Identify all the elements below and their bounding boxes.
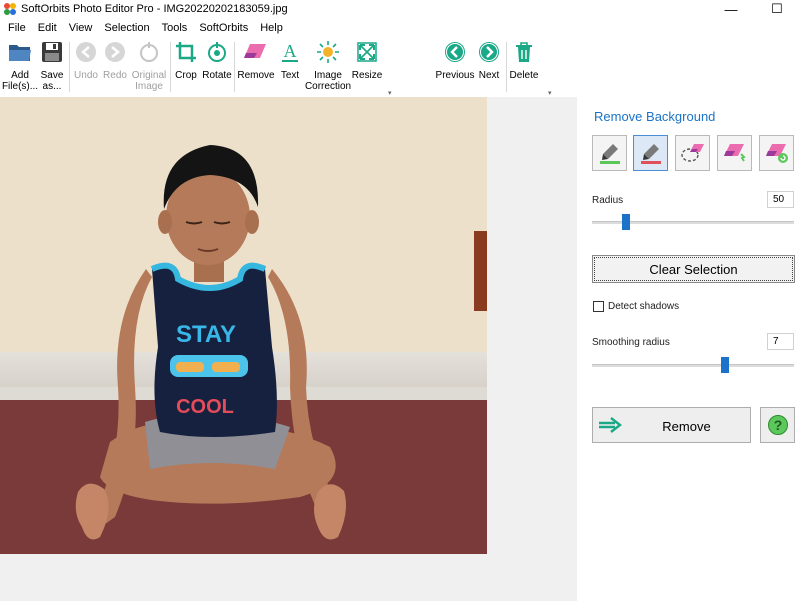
question-mark-icon: ? [767, 415, 788, 435]
next-button[interactable]: Next [476, 40, 502, 81]
menu-help[interactable]: Help [254, 22, 289, 34]
maximize-button[interactable]: ☐ [754, 0, 800, 18]
keep-brush-icon [599, 144, 620, 164]
magic-eraser-icon [723, 144, 746, 162]
redo-arrow-icon [103, 40, 127, 64]
resize-button[interactable]: Resize [352, 40, 382, 81]
toolbar-separator [506, 42, 507, 92]
image-correction-button[interactable]: Image Correction [305, 40, 351, 92]
undo-button[interactable]: Undo [72, 40, 100, 81]
rotate-button[interactable]: Rotate [202, 40, 232, 81]
smoothing-radius-label: Smoothing radius [592, 337, 670, 348]
folder-open-icon [8, 40, 32, 64]
delete-button[interactable]: Delete [509, 40, 539, 81]
undo-arrow-icon [74, 40, 98, 64]
child-figure: STAY COOL [75, 145, 346, 540]
restore-eraser-icon [765, 144, 788, 163]
remove-brush-button[interactable] [633, 135, 668, 171]
add-files-button[interactable]: Add File(s)... [2, 40, 38, 92]
arrow-right-icon [477, 40, 501, 64]
menu-tools[interactable]: Tools [156, 22, 194, 34]
svg-text:A: A [284, 41, 297, 61]
clear-selection-button[interactable]: Clear Selection [592, 255, 795, 283]
toolbar-separator [234, 42, 235, 92]
app-window: SoftOrbits Photo Editor Pro - IMG2022020… [0, 0, 800, 601]
menu-edit[interactable]: Edit [32, 22, 63, 34]
detect-shadows-label: Detect shadows [608, 301, 680, 312]
photo-image[interactable]: STAY COOL [0, 97, 487, 554]
title-bar: SoftOrbits Photo Editor Pro - IMG2022020… [0, 0, 800, 18]
remove-button-label: Remove [662, 419, 711, 434]
toolbar-overflow-button[interactable]: ▾ [388, 89, 392, 97]
smoothing-slider-thumb[interactable] [721, 357, 730, 373]
panel-title: Remove Background [594, 109, 716, 124]
remove-brush-icon [640, 144, 661, 164]
menu-file[interactable]: File [2, 22, 32, 34]
help-button[interactable]: ? [760, 407, 795, 443]
sun-icon [316, 40, 340, 64]
app-logo-icon [4, 3, 16, 15]
eraser-icon [244, 40, 268, 64]
crop-icon [174, 40, 198, 64]
rotate-icon [205, 40, 229, 64]
trash-icon [512, 40, 536, 64]
crop-button[interactable]: Crop [173, 40, 199, 81]
minimize-button[interactable]: — [708, 0, 754, 18]
toolbar: Add File(s)... Save as... Undo Redo Orig… [0, 38, 560, 97]
radius-label: Radius [592, 195, 624, 206]
save-as-button[interactable]: Save as... [38, 40, 66, 92]
window-title: SoftOrbits Photo Editor Pro - IMG2022020… [21, 3, 288, 15]
toolbar-overflow-button[interactable]: ▾ [548, 89, 552, 97]
svg-text:STAY: STAY [176, 321, 236, 348]
remove-background-panel: Remove Background Radius 50 Clear Select… [577, 97, 800, 601]
detect-shadows-checkbox[interactable] [593, 301, 604, 312]
menu-softorbits[interactable]: SoftOrbits [193, 22, 254, 34]
menu-selection[interactable]: Selection [98, 22, 155, 34]
smoothing-slider-track[interactable] [592, 364, 794, 367]
keep-brush-button[interactable] [592, 135, 627, 171]
text-icon: A [278, 40, 302, 64]
original-image-button[interactable]: Original Image [131, 40, 167, 92]
arrow-left-icon [443, 40, 467, 64]
toolbar-separator [170, 42, 171, 92]
lasso-eraser-button[interactable] [675, 135, 710, 171]
original-image-icon [137, 40, 161, 64]
remove-button[interactable]: Remove [592, 407, 751, 443]
previous-button[interactable]: Previous [436, 40, 474, 81]
svg-text:COOL: COOL [176, 396, 234, 418]
magic-eraser-button[interactable] [717, 135, 752, 171]
image-canvas[interactable]: STAY COOL [0, 97, 577, 601]
radius-value-input[interactable]: 50 [767, 191, 794, 208]
remove-tool-button[interactable]: Remove [237, 40, 275, 81]
restore-eraser-button[interactable] [759, 135, 794, 171]
menu-bar: File Edit View Selection Tools SoftOrbit… [0, 19, 800, 37]
lasso-eraser-icon [680, 144, 704, 162]
toolbar-separator [69, 42, 70, 92]
svg-text:?: ? [773, 417, 782, 433]
text-tool-button[interactable]: A Text [277, 40, 303, 81]
menu-view[interactable]: View [63, 22, 99, 34]
redo-button[interactable]: Redo [101, 40, 129, 81]
resize-icon [355, 40, 379, 64]
floppy-disk-icon [40, 40, 64, 64]
smoothing-radius-value-input[interactable]: 7 [767, 333, 794, 350]
radius-slider-thumb[interactable] [622, 214, 631, 230]
